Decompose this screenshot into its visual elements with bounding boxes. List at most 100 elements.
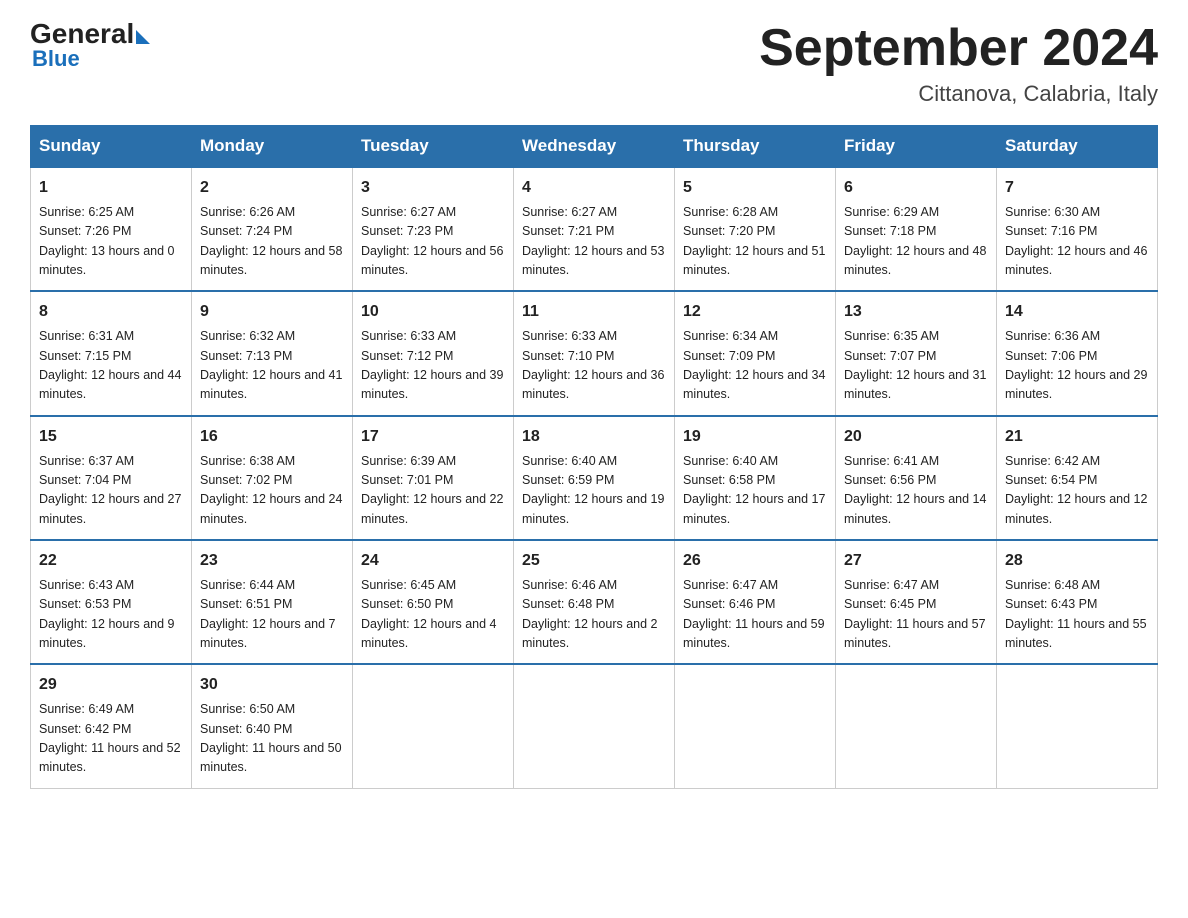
- logo-general: General: [30, 20, 134, 48]
- day-number: 24: [361, 549, 505, 574]
- day-sunrise: Sunrise: 6:43 AM: [39, 576, 183, 595]
- day-sunrise: Sunrise: 6:44 AM: [200, 576, 344, 595]
- day-number: 17: [361, 425, 505, 450]
- day-daylight: Daylight: 12 hours and 24 minutes.: [200, 490, 344, 529]
- day-number: 21: [1005, 425, 1149, 450]
- day-sunrise: Sunrise: 6:39 AM: [361, 452, 505, 471]
- col-header-tuesday: Tuesday: [353, 126, 514, 168]
- day-daylight: Daylight: 12 hours and 19 minutes.: [522, 490, 666, 529]
- day-cell: 26 Sunrise: 6:47 AM Sunset: 6:46 PM Dayl…: [675, 540, 836, 664]
- day-cell: 11 Sunrise: 6:33 AM Sunset: 7:10 PM Dayl…: [514, 291, 675, 415]
- day-sunrise: Sunrise: 6:30 AM: [1005, 203, 1149, 222]
- day-cell: 23 Sunrise: 6:44 AM Sunset: 6:51 PM Dayl…: [192, 540, 353, 664]
- day-number: 13: [844, 300, 988, 325]
- day-daylight: Daylight: 12 hours and 51 minutes.: [683, 242, 827, 281]
- col-header-saturday: Saturday: [997, 126, 1158, 168]
- day-sunset: Sunset: 7:26 PM: [39, 222, 183, 241]
- day-sunset: Sunset: 6:53 PM: [39, 595, 183, 614]
- day-number: 25: [522, 549, 666, 574]
- day-sunset: Sunset: 7:06 PM: [1005, 347, 1149, 366]
- day-number: 27: [844, 549, 988, 574]
- day-sunrise: Sunrise: 6:38 AM: [200, 452, 344, 471]
- day-sunrise: Sunrise: 6:33 AM: [361, 327, 505, 346]
- day-cell: 15 Sunrise: 6:37 AM Sunset: 7:04 PM Dayl…: [31, 416, 192, 540]
- day-sunrise: Sunrise: 6:50 AM: [200, 700, 344, 719]
- day-cell: [353, 664, 514, 788]
- day-number: 18: [522, 425, 666, 450]
- day-sunrise: Sunrise: 6:35 AM: [844, 327, 988, 346]
- day-sunset: Sunset: 7:16 PM: [1005, 222, 1149, 241]
- day-daylight: Daylight: 12 hours and 53 minutes.: [522, 242, 666, 281]
- day-sunrise: Sunrise: 6:32 AM: [200, 327, 344, 346]
- logo-triangle-icon: [136, 30, 150, 44]
- day-number: 22: [39, 549, 183, 574]
- day-sunset: Sunset: 6:59 PM: [522, 471, 666, 490]
- day-number: 20: [844, 425, 988, 450]
- day-cell: 14 Sunrise: 6:36 AM Sunset: 7:06 PM Dayl…: [997, 291, 1158, 415]
- day-cell: 24 Sunrise: 6:45 AM Sunset: 6:50 PM Dayl…: [353, 540, 514, 664]
- day-daylight: Daylight: 12 hours and 56 minutes.: [361, 242, 505, 281]
- day-cell: 22 Sunrise: 6:43 AM Sunset: 6:53 PM Dayl…: [31, 540, 192, 664]
- day-number: 5: [683, 176, 827, 201]
- day-sunrise: Sunrise: 6:36 AM: [1005, 327, 1149, 346]
- day-sunrise: Sunrise: 6:37 AM: [39, 452, 183, 471]
- day-cell: 16 Sunrise: 6:38 AM Sunset: 7:02 PM Dayl…: [192, 416, 353, 540]
- col-header-sunday: Sunday: [31, 126, 192, 168]
- day-number: 12: [683, 300, 827, 325]
- day-sunset: Sunset: 6:54 PM: [1005, 471, 1149, 490]
- day-sunrise: Sunrise: 6:49 AM: [39, 700, 183, 719]
- day-sunset: Sunset: 7:02 PM: [200, 471, 344, 490]
- day-number: 10: [361, 300, 505, 325]
- day-daylight: Daylight: 12 hours and 41 minutes.: [200, 366, 344, 405]
- day-sunset: Sunset: 7:09 PM: [683, 347, 827, 366]
- day-sunset: Sunset: 6:56 PM: [844, 471, 988, 490]
- day-sunset: Sunset: 7:04 PM: [39, 471, 183, 490]
- day-cell: 18 Sunrise: 6:40 AM Sunset: 6:59 PM Dayl…: [514, 416, 675, 540]
- day-daylight: Daylight: 12 hours and 48 minutes.: [844, 242, 988, 281]
- day-sunrise: Sunrise: 6:47 AM: [683, 576, 827, 595]
- day-sunset: Sunset: 6:43 PM: [1005, 595, 1149, 614]
- day-sunrise: Sunrise: 6:40 AM: [683, 452, 827, 471]
- logo: General Blue: [30, 20, 150, 72]
- week-row-4: 22 Sunrise: 6:43 AM Sunset: 6:53 PM Dayl…: [31, 540, 1158, 664]
- day-sunset: Sunset: 7:21 PM: [522, 222, 666, 241]
- day-sunset: Sunset: 7:15 PM: [39, 347, 183, 366]
- day-cell: [836, 664, 997, 788]
- day-sunset: Sunset: 6:58 PM: [683, 471, 827, 490]
- day-daylight: Daylight: 12 hours and 9 minutes.: [39, 615, 183, 654]
- day-sunset: Sunset: 7:07 PM: [844, 347, 988, 366]
- week-row-3: 15 Sunrise: 6:37 AM Sunset: 7:04 PM Dayl…: [31, 416, 1158, 540]
- day-cell: 3 Sunrise: 6:27 AM Sunset: 7:23 PM Dayli…: [353, 167, 514, 291]
- day-sunset: Sunset: 7:12 PM: [361, 347, 505, 366]
- day-sunrise: Sunrise: 6:25 AM: [39, 203, 183, 222]
- day-sunrise: Sunrise: 6:26 AM: [200, 203, 344, 222]
- day-cell: 10 Sunrise: 6:33 AM Sunset: 7:12 PM Dayl…: [353, 291, 514, 415]
- day-daylight: Daylight: 11 hours and 55 minutes.: [1005, 615, 1149, 654]
- day-daylight: Daylight: 12 hours and 29 minutes.: [1005, 366, 1149, 405]
- col-header-thursday: Thursday: [675, 126, 836, 168]
- day-daylight: Daylight: 12 hours and 2 minutes.: [522, 615, 666, 654]
- day-cell: [675, 664, 836, 788]
- day-number: 3: [361, 176, 505, 201]
- logo-blue: Blue: [32, 46, 80, 72]
- day-daylight: Daylight: 12 hours and 36 minutes.: [522, 366, 666, 405]
- day-cell: 6 Sunrise: 6:29 AM Sunset: 7:18 PM Dayli…: [836, 167, 997, 291]
- day-daylight: Daylight: 11 hours and 57 minutes.: [844, 615, 988, 654]
- day-cell: 9 Sunrise: 6:32 AM Sunset: 7:13 PM Dayli…: [192, 291, 353, 415]
- calendar-table: SundayMondayTuesdayWednesdayThursdayFrid…: [30, 125, 1158, 788]
- day-number: 9: [200, 300, 344, 325]
- day-cell: [997, 664, 1158, 788]
- day-daylight: Daylight: 13 hours and 0 minutes.: [39, 242, 183, 281]
- day-sunrise: Sunrise: 6:31 AM: [39, 327, 183, 346]
- day-number: 14: [1005, 300, 1149, 325]
- day-sunset: Sunset: 6:40 PM: [200, 720, 344, 739]
- day-daylight: Daylight: 11 hours and 59 minutes.: [683, 615, 827, 654]
- day-sunrise: Sunrise: 6:47 AM: [844, 576, 988, 595]
- day-cell: 25 Sunrise: 6:46 AM Sunset: 6:48 PM Dayl…: [514, 540, 675, 664]
- day-number: 28: [1005, 549, 1149, 574]
- day-sunrise: Sunrise: 6:46 AM: [522, 576, 666, 595]
- day-sunset: Sunset: 7:23 PM: [361, 222, 505, 241]
- day-daylight: Daylight: 12 hours and 34 minutes.: [683, 366, 827, 405]
- day-sunset: Sunset: 7:13 PM: [200, 347, 344, 366]
- day-number: 23: [200, 549, 344, 574]
